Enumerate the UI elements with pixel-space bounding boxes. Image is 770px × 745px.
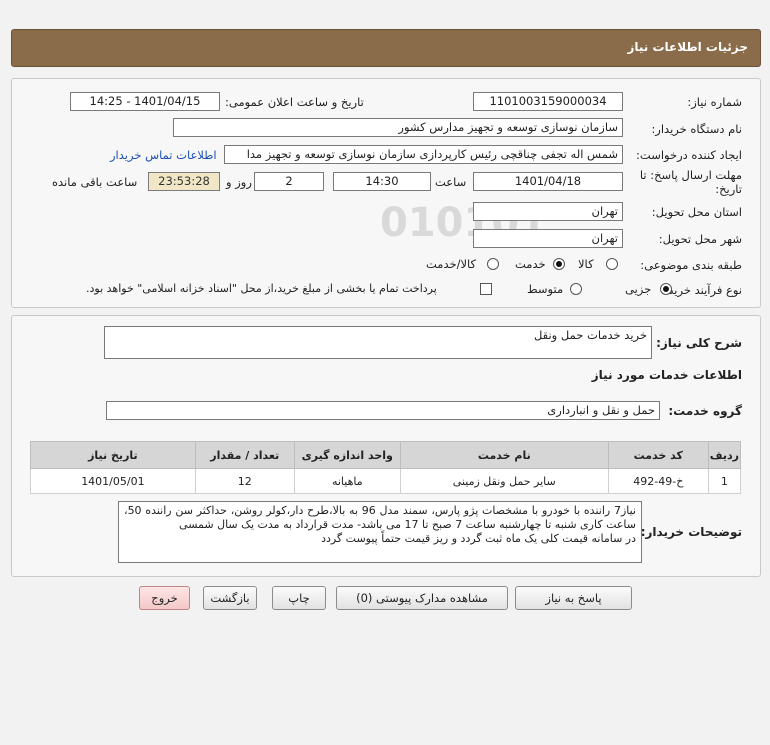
days-field: 2 (254, 172, 324, 191)
buyer-notes-field: نیاز7 راننده با خودرو با مشخصات پژو پارس… (118, 501, 642, 563)
buyer-notes-label: توضیحات خریدار: (640, 525, 742, 539)
page-title: جزئیات اطلاعات نیاز (627, 40, 748, 54)
col-row-number: ردیف (707, 441, 742, 469)
buyer-contact-link[interactable]: اطلاعات تماس خریدار (110, 148, 217, 162)
creator-label: ایجاد کننده درخواست: (636, 148, 742, 162)
attachments-button[interactable]: مشاهده مدارک پیوستی (0) (336, 586, 508, 610)
cell-service-name: سایر حمل ونقل زمینی (399, 468, 609, 494)
category-label: طبقه بندی موضوعی: (640, 258, 742, 272)
category-goods-label: کالا (578, 257, 594, 271)
city-label: شهر محل تحویل: (658, 232, 742, 246)
deadline-date-field: 1401/04/18 (473, 172, 623, 191)
category-radio-goods[interactable] (606, 258, 618, 270)
remaining-time-field: 23:53:28 (148, 172, 220, 191)
process-label: نوع فرآیند خرید : (660, 283, 742, 297)
process-radio-medium[interactable] (570, 283, 582, 295)
category-goods-service-label: کالا/خدمت (426, 257, 477, 271)
deadline-label-2: تاریخ: (715, 182, 742, 196)
deadline-time-field: 14:30 (333, 172, 431, 191)
city-field: تهران (473, 229, 623, 248)
service-group-field: حمل و نقل و انبارداری (106, 401, 660, 420)
buyer-notes-line-2: در سامانه قیمت کلی یک ماه ثبت گردد و ریز… (321, 532, 636, 545)
exit-button[interactable]: خروج (139, 586, 190, 610)
category-radio-goods-service[interactable] (487, 258, 499, 270)
announce-label: تاریخ و ساعت اعلان عمومی: (225, 95, 364, 109)
process-minor-label: جزیی (625, 282, 652, 296)
buyer-org-label: نام دستگاه خریدار: (651, 122, 742, 136)
table-row: 1 خ-49-492 سایر حمل ونقل زمینی ماهیانه 1… (30, 468, 742, 494)
page-header: جزئیات اطلاعات نیاز (11, 29, 761, 67)
remaining-label: ساعت باقی مانده (52, 175, 138, 189)
col-quantity: تعداد / مقدار (194, 441, 295, 469)
cell-unit: ماهیانه (293, 468, 401, 494)
deadline-time-label: ساعت (435, 175, 467, 189)
summary-label: شرح کلی نیاز: (656, 336, 742, 350)
print-button[interactable]: چاپ (272, 586, 326, 610)
need-details-panel (11, 78, 761, 308)
cell-need-date: 1401/05/01 (30, 468, 196, 494)
col-need-date: تاریخ نیاز (30, 441, 196, 469)
days-label: روز و (226, 175, 252, 189)
col-service-name: نام خدمت (399, 441, 609, 469)
process-medium-label: متوسط (527, 282, 564, 296)
process-radio-minor[interactable] (660, 283, 672, 295)
cell-quantity: 12 (194, 468, 295, 494)
treasury-payment-note: پرداخت تمام یا بخشی از مبلغ خرید،از محل … (86, 282, 437, 295)
reply-button[interactable]: پاسخ به نیاز (515, 586, 632, 610)
service-group-label: گروه خدمت: (668, 404, 742, 418)
back-button[interactable]: بازگشت (203, 586, 257, 610)
cell-row-number: 1 (707, 468, 742, 494)
category-service-label: خدمت (515, 257, 546, 271)
buyer-notes-line-1: نیاز7 راننده با خودرو با مشخصات پژو پارس… (124, 504, 636, 531)
cell-service-code: خ-49-492 (607, 468, 709, 494)
buyer-org-field: سازمان نوسازی توسعه و تجهیز مدارس کشور (173, 118, 623, 137)
province-label: استان محل تحویل: (651, 205, 742, 219)
summary-field: خرید خدمات حمل ونقل (104, 326, 652, 359)
creator-field: شمس اله تجفی چناقچی رئیس کارپردازی سازما… (224, 145, 623, 164)
services-table: ردیف کد خدمت نام خدمت واحد اندازه گیری ت… (30, 441, 742, 494)
province-field: تهران (473, 202, 623, 221)
category-radio-service[interactable] (553, 258, 565, 270)
services-section-title: اطلاعات خدمات مورد نیاز (591, 368, 742, 382)
table-header-row: ردیف کد خدمت نام خدمت واحد اندازه گیری ت… (30, 441, 742, 469)
treasury-payment-checkbox[interactable] (480, 283, 492, 295)
announce-field: 1401/04/15 - 14:25 (70, 92, 220, 111)
need-number-field: 1101003159000034 (473, 92, 623, 111)
col-unit: واحد اندازه گیری (293, 441, 401, 469)
deadline-label-1: مهلت ارسال پاسخ: تا (639, 168, 742, 182)
col-service-code: کد خدمت (607, 441, 709, 469)
need-number-label: شماره نیاز: (687, 95, 742, 109)
